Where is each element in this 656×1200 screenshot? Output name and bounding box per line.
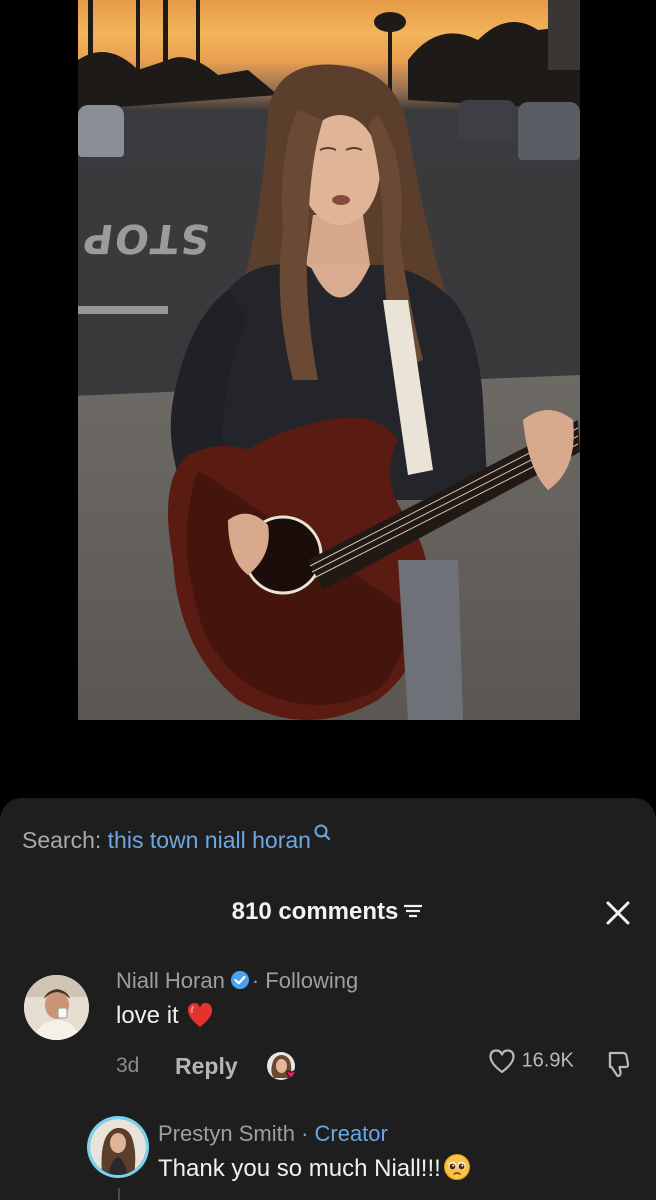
- reply-author-name[interactable]: Prestyn Smith: [158, 1121, 295, 1146]
- search-suggestion-query[interactable]: this town niall horan: [108, 827, 311, 853]
- reply-author-row: Prestyn Smith · Creator: [158, 1121, 388, 1147]
- reply-text: Thank you so much Niall!!!: [158, 1153, 471, 1183]
- pleading-face-emoji: [443, 1153, 470, 1180]
- search-icon[interactable]: [313, 823, 333, 843]
- reply-button[interactable]: Reply: [175, 1053, 238, 1080]
- like-count: 16.9K: [521, 1049, 574, 1072]
- like-button[interactable]: 16.9K: [488, 1048, 574, 1074]
- comment-body: love it: [116, 1002, 179, 1029]
- close-icon[interactable]: [603, 898, 633, 928]
- reply-avatar[interactable]: [90, 1119, 146, 1175]
- comment-age: 3d: [116, 1054, 140, 1077]
- video-player[interactable]: STOP: [78, 0, 580, 720]
- girl-playing-guitar: [168, 64, 580, 720]
- avatar[interactable]: [24, 975, 89, 1040]
- verified-icon: [230, 971, 249, 990]
- search-suggestion[interactable]: Search: this town niall horan: [22, 824, 333, 854]
- red-heart-emoji: [187, 1002, 212, 1027]
- tiktok-video-comments-screen: STOP Search: this town niall horan 810 c…: [0, 0, 656, 1200]
- heart-outline-icon[interactable]: [488, 1048, 516, 1074]
- filter-icon[interactable]: [402, 901, 424, 921]
- comment-author-row: Niall Horan · Following: [116, 968, 358, 994]
- avatar-image: [24, 975, 89, 1040]
- comment-author-name[interactable]: Niall Horan: [116, 968, 225, 993]
- reply-body: Thank you so much Niall!!!: [158, 1155, 441, 1182]
- comments-count: 810 comments: [231, 898, 399, 925]
- following-label: · Following: [251, 968, 359, 993]
- comments-count-header: 810 comments: [0, 898, 656, 926]
- reply-thread-line: [118, 1188, 120, 1200]
- search-suggestion-label: Search:: [22, 827, 102, 853]
- creator-badge: · Creator: [301, 1121, 388, 1146]
- creator-liked-avatar: [267, 1052, 296, 1080]
- comment-text: love it: [116, 1002, 215, 1030]
- reply-avatar-image: [90, 1119, 146, 1175]
- dislike-icon[interactable]: [601, 1048, 633, 1080]
